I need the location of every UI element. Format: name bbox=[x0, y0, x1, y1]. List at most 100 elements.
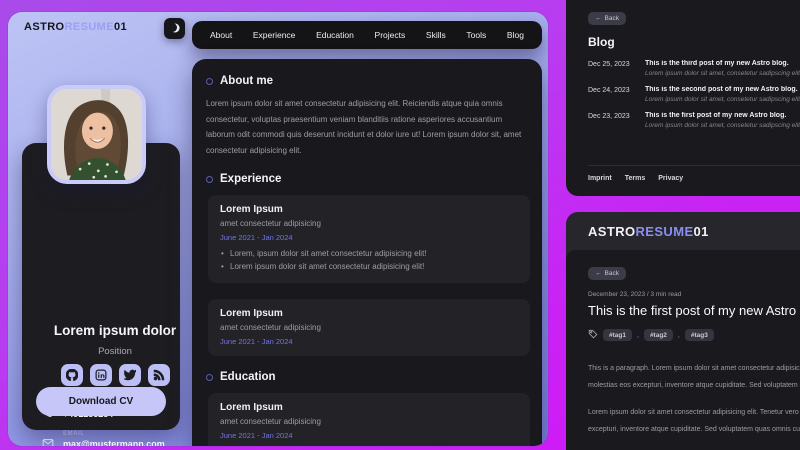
linkedin-button[interactable] bbox=[89, 364, 112, 386]
contact-row-email: EMAIL max@mustermann.com bbox=[42, 431, 165, 446]
entry-bullet: Lorem ipsum dolor sit amet consectetur a… bbox=[220, 261, 518, 274]
blog-entry-row[interactable]: Dec 25, 2023 This is the third post of m… bbox=[588, 60, 800, 77]
entry-bullets: Lorem, ipsum dolor sit amet consectetur … bbox=[220, 248, 518, 273]
education-heading: Education bbox=[206, 371, 532, 383]
profile-position: Position bbox=[98, 346, 132, 357]
nav-item-projects[interactable]: Projects bbox=[375, 30, 406, 40]
blog-entry-title[interactable]: This is the first post of my new Astro b… bbox=[645, 112, 800, 119]
post-meta: December 23, 2023 / 3 min read bbox=[588, 291, 682, 298]
twitter-icon bbox=[123, 369, 136, 381]
entry-bullet: Lorem, ipsum dolor sit amet consectetur … bbox=[220, 248, 518, 261]
post-paragraph: Lorem ipsum dolor sit amet consectetur a… bbox=[588, 405, 800, 438]
back-label: Back bbox=[604, 15, 619, 22]
social-links bbox=[36, 364, 194, 386]
tag-icon bbox=[588, 326, 598, 344]
post-paragraphs: This is a paragraph. Lorem ipsum dolor s… bbox=[588, 361, 800, 450]
paragraph-line: Lorem ipsum dolor sit amet consectetur a… bbox=[588, 409, 800, 416]
post-tags: #tag1 , #tag2 , #tag3 bbox=[588, 326, 800, 344]
twitter-button[interactable] bbox=[118, 364, 141, 386]
blog-entry-date: Dec 24, 2023 bbox=[588, 87, 630, 94]
logo-part-astro: ASTRO bbox=[588, 223, 636, 239]
education-entry: Lorem Ipsum amet consectetur adipisicing… bbox=[208, 393, 530, 446]
email-icon bbox=[42, 431, 55, 446]
entry-title: Lorem Ipsum bbox=[220, 402, 283, 413]
moon-icon bbox=[168, 23, 177, 32]
blog-post-body: ← Back December 23, 2023 / 3 min read Thi… bbox=[566, 250, 800, 450]
nav-item-experience[interactable]: Experience bbox=[253, 30, 296, 40]
resume-site-panel: ASTRORESUME01 About Experience Education… bbox=[8, 12, 548, 446]
profile-name: Lorem ipsum dolor bbox=[53, 323, 177, 338]
resume-content-panel: About me Lorem ipsum dolor sit amet cons… bbox=[192, 59, 542, 446]
profile-photo bbox=[47, 85, 146, 184]
nav-item-about[interactable]: About bbox=[210, 30, 232, 40]
about-title: About me bbox=[220, 75, 274, 87]
entry-date: June 2021 - Jan 2024 bbox=[220, 233, 293, 242]
tag-pill[interactable]: #tag3 bbox=[684, 329, 714, 341]
contact-value-email: max@mustermann.com bbox=[63, 439, 165, 446]
logo-part-resume: RESUME bbox=[635, 223, 694, 239]
blog-entries: Dec 25, 2023 This is the third post of m… bbox=[588, 60, 800, 129]
tag-pill[interactable]: #tag1 bbox=[603, 329, 632, 341]
experience-heading: Experience bbox=[206, 173, 532, 185]
blog-entry-excerpt: Lorem ipsum dolor sit amet, consetetur s… bbox=[645, 70, 800, 77]
rss-icon bbox=[153, 369, 164, 381]
logo-part-resume: RESUME bbox=[64, 21, 114, 33]
footer-divider bbox=[588, 165, 800, 166]
back-arrow-icon: ← bbox=[595, 270, 602, 277]
entry-date: June 2021 - Jan 2024 bbox=[220, 337, 293, 346]
section-ring-icon bbox=[206, 175, 213, 183]
tag-separator: , bbox=[636, 331, 639, 339]
back-button[interactable]: ← Back bbox=[588, 12, 626, 25]
blog-entry-date: Dec 23, 2023 bbox=[588, 113, 630, 120]
profile-card: Lorem ipsum dolor Position EMAIL max@mus… bbox=[22, 143, 180, 446]
section-ring-icon bbox=[206, 373, 213, 381]
blog-list-panel: ← Back Blog Dec 25, 2023 This is the thir… bbox=[566, 0, 800, 196]
rss-button[interactable] bbox=[147, 364, 170, 386]
nav-item-tools[interactable]: Tools bbox=[466, 30, 486, 40]
screenshot-canvas: ASTRORESUME01 About Experience Education… bbox=[0, 0, 800, 450]
main-nav: About Experience Education Projects Skil… bbox=[192, 21, 542, 49]
post-title: This is the first post of my new Astro b… bbox=[588, 303, 800, 318]
blog-post-header: ASTRORESUME01 bbox=[566, 212, 800, 250]
contact-label: EMAIL bbox=[63, 431, 85, 437]
blog-entry-date: Dec 25, 2023 bbox=[588, 61, 630, 68]
back-label: Back bbox=[604, 270, 619, 277]
download-cv-button[interactable]: Download CV bbox=[36, 387, 166, 416]
tag-separator: , bbox=[677, 331, 680, 339]
site-logo[interactable]: ASTRORESUME01 bbox=[588, 224, 709, 239]
github-button[interactable] bbox=[60, 364, 83, 386]
footer-link-imprint[interactable]: Imprint bbox=[588, 175, 612, 182]
linkedin-icon bbox=[95, 369, 106, 381]
experience-entry: Lorem Ipsum amet consectetur adipisicing… bbox=[208, 195, 530, 283]
experience-entry: Lorem Ipsum amet consectetur adipisicing… bbox=[208, 299, 530, 356]
blog-entry-row[interactable]: Dec 23, 2023 This is the first post of m… bbox=[588, 112, 800, 129]
tag-pill[interactable]: #tag2 bbox=[643, 329, 673, 341]
back-button[interactable]: ← Back bbox=[588, 267, 626, 280]
blog-page-title: Blog bbox=[588, 35, 615, 49]
blog-entry-row[interactable]: Dec 24, 2023 This is the second post of … bbox=[588, 86, 800, 103]
about-text: Lorem ipsum dolor sit amet consectetur a… bbox=[206, 99, 522, 155]
logo-part-astro: ASTRO bbox=[24, 21, 65, 33]
blog-entry-excerpt: Lorem ipsum dolor sit amet, consetetur s… bbox=[645, 96, 800, 103]
paragraph-line: molestias eos excepturi, inventore atque… bbox=[588, 381, 800, 389]
theme-toggle-button[interactable] bbox=[164, 18, 185, 39]
nav-item-education[interactable]: Education bbox=[316, 30, 354, 40]
footer-link-privacy[interactable]: Privacy bbox=[658, 175, 683, 182]
back-arrow-icon: ← bbox=[595, 15, 602, 22]
footer-link-terms[interactable]: Terms bbox=[625, 175, 646, 182]
nav-item-blog[interactable]: Blog bbox=[507, 30, 524, 40]
paragraph-line: excepturi, inventore atque cupiditate. S… bbox=[588, 425, 800, 433]
nav-item-skills[interactable]: Skills bbox=[426, 30, 446, 40]
paragraph-line: This is a paragraph. Lorem ipsum dolor s… bbox=[588, 365, 800, 372]
entry-title: Lorem Ipsum bbox=[220, 308, 283, 319]
blog-entry-title[interactable]: This is the second post of my new Astro … bbox=[645, 86, 800, 93]
logo-part-num: 01 bbox=[113, 21, 128, 33]
entry-title: Lorem Ipsum bbox=[220, 204, 283, 215]
logo-part-num: 01 bbox=[693, 223, 709, 239]
blog-entry-title[interactable]: This is the third post of my new Astro b… bbox=[645, 60, 800, 67]
entry-subtitle: amet consectetur adipisicing bbox=[220, 323, 321, 332]
entry-subtitle: amet consectetur adipisicing bbox=[220, 219, 321, 228]
post-paragraph: This is a paragraph. Lorem ipsum dolor s… bbox=[588, 361, 800, 394]
github-icon bbox=[65, 369, 78, 381]
site-logo[interactable]: ASTRORESUME01 bbox=[24, 21, 127, 33]
